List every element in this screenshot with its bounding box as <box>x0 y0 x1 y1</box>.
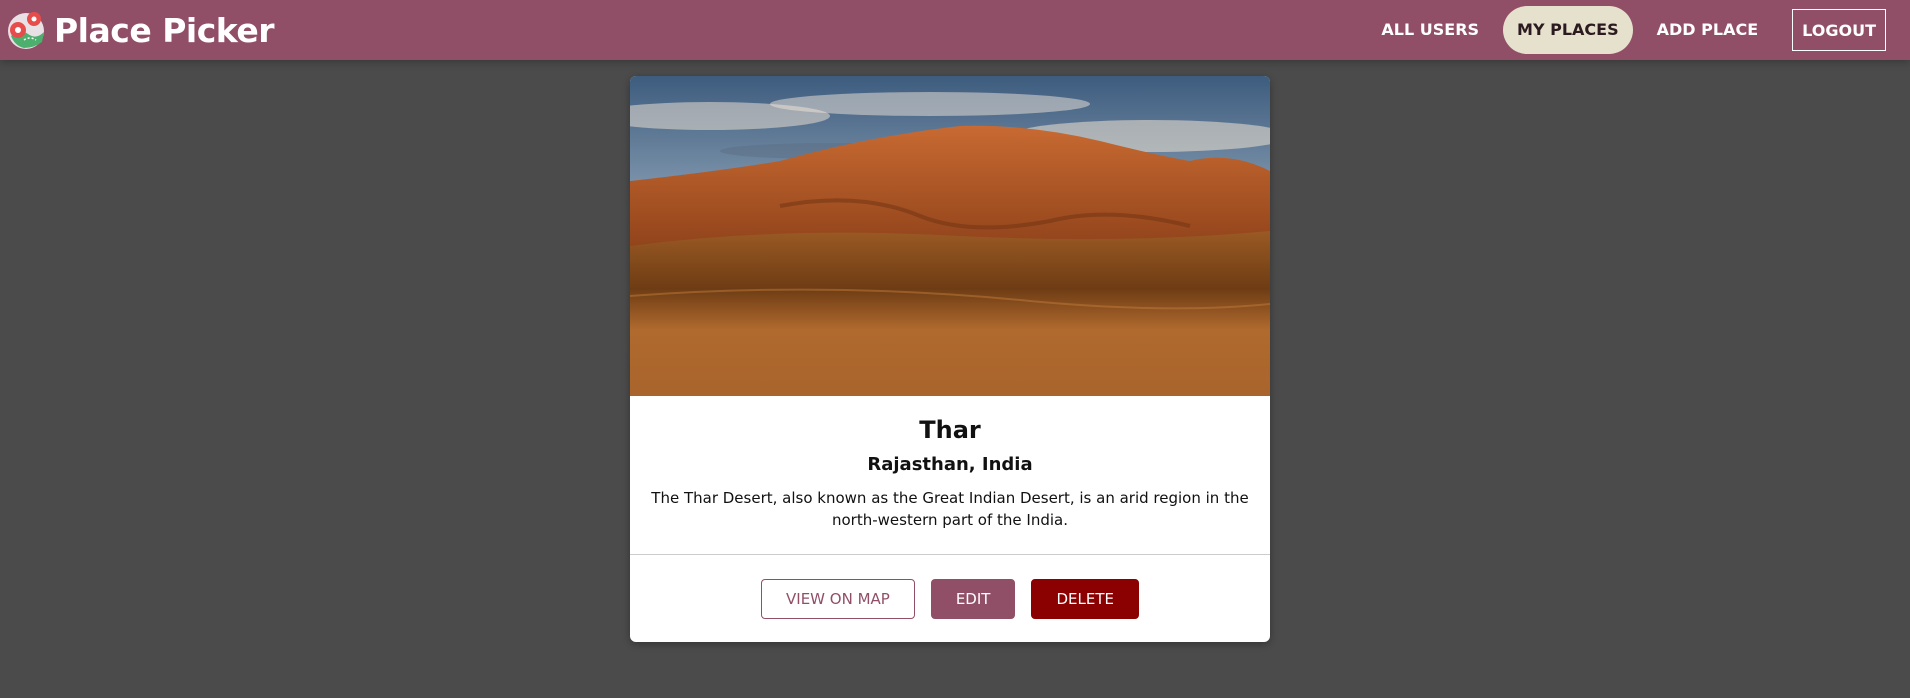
map-pin-logo-icon <box>8 12 44 49</box>
delete-button[interactable]: DELETE <box>1031 578 1139 619</box>
place-address: Rajasthan, India <box>867 454 1033 475</box>
nav-my-places[interactable]: MY PLACES <box>1503 6 1633 54</box>
logout-button[interactable]: LOGOUT <box>1792 9 1886 51</box>
nav-all-users[interactable]: ALL USERS <box>1367 6 1493 54</box>
place-image <box>630 76 1270 396</box>
place-card: Thar Rajasthan, India The Thar Desert, a… <box>630 76 1270 642</box>
view-on-map-button[interactable]: VIEW ON MAP <box>761 578 915 619</box>
nav-add-place[interactable]: ADD PLACE <box>1643 6 1773 54</box>
card-actions: VIEW ON MAP EDIT DELETE <box>630 555 1270 642</box>
place-description: The Thar Desert, also known as the Great… <box>651 489 1249 529</box>
brand[interactable]: Place Picker <box>6 10 274 50</box>
main-nav: ALL USERS MY PLACES ADD PLACE LOGOUT <box>1357 0 1886 60</box>
place-info: Thar Rajasthan, India The Thar Desert, a… <box>630 396 1270 554</box>
place-title: Thar <box>919 416 981 444</box>
edit-button[interactable]: EDIT <box>930 578 1016 619</box>
main-header: Place Picker ALL USERS MY PLACES ADD PLA… <box>0 0 1910 60</box>
app-title: Place Picker <box>54 10 274 50</box>
